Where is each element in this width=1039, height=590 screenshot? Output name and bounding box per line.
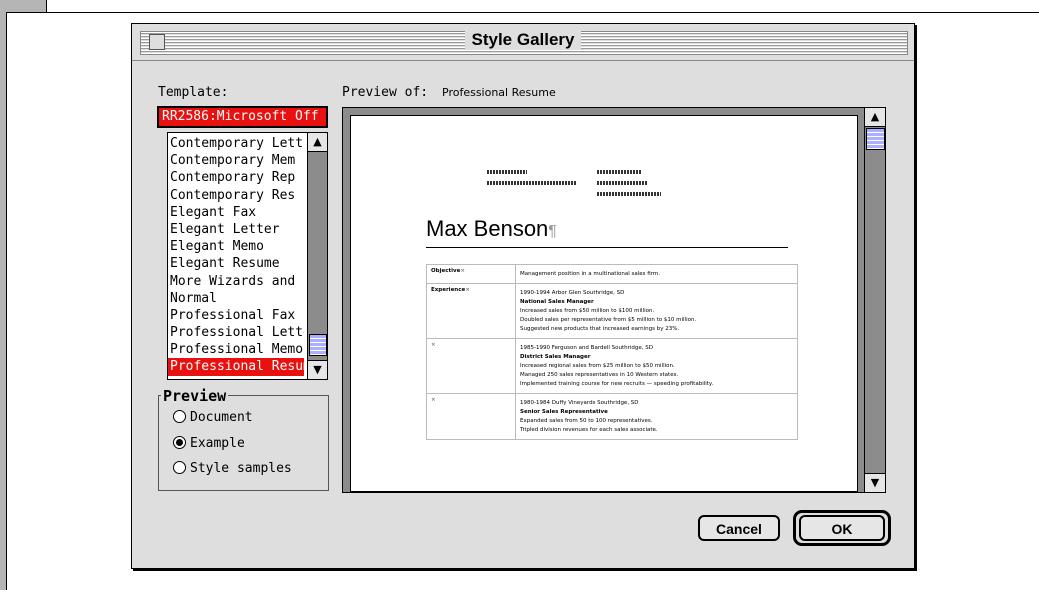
template-list-item[interactable]: Professional Resum — [168, 358, 304, 376]
preview-scroll-down-icon[interactable]: ▼ — [865, 473, 885, 492]
table-row: × 1980-1984 Duffy Vineyards Southridge, S… — [426, 393, 798, 440]
radio-style-samples[interactable]: Style samples — [173, 461, 292, 476]
preview-pane: Max Benson¶ Objective× Management positio… — [342, 107, 886, 493]
dialog-title: Style Gallery — [465, 30, 581, 49]
resume-line: Management position in a multinational s… — [520, 271, 660, 277]
template-source-popup[interactable]: RR2586:Microsoft Off — [157, 106, 328, 128]
resume-name-text: Max Benson — [426, 216, 549, 241]
cell-mark: × — [465, 287, 470, 293]
resume-line: Increased sales from $50 million to $100… — [520, 308, 655, 314]
scroll-down-arrow-icon[interactable]: ▼ — [308, 360, 327, 379]
resume-section-content: 1985-1990 Ferguson and Bardell Southridg… — [515, 338, 798, 394]
resume-line: Implemented training course for new recr… — [520, 381, 714, 387]
radio-style-samples-icon[interactable] — [173, 461, 186, 474]
resume-line: 1980-1984 Duffy Vineyards Southridge, SD — [520, 400, 639, 406]
radio-example[interactable]: Example — [173, 436, 245, 451]
resume-table: Objective× Management position in a multi… — [426, 264, 798, 440]
greeked-address-line — [597, 192, 661, 196]
resume-section-label: × — [426, 393, 516, 440]
resume-section-content: 1990-1994 Arbor Glen Southridge, SD Natio… — [515, 283, 798, 339]
cell-mark: × — [460, 268, 465, 274]
radio-document[interactable]: Document — [173, 410, 253, 425]
preview-of-label: Preview of: — [342, 85, 429, 100]
radio-style-samples-label: Style samples — [190, 461, 292, 476]
resume-line: Tripled division revenues for each sales… — [520, 427, 658, 433]
resume-table-body: Objective× Management position in a multi… — [426, 264, 798, 440]
cell-mark: × — [431, 342, 436, 348]
template-list-item[interactable]: More Wizards and — [168, 273, 304, 290]
resume-section-content: 1980-1984 Duffy Vineyards Southridge, SD… — [515, 393, 798, 440]
template-list-item[interactable]: Professional Letter — [168, 324, 304, 341]
resume-line: District Sales Manager — [520, 354, 591, 360]
resume-name: Max Benson¶ — [426, 216, 557, 242]
resume-line: Expanded sales from 50 to 100 representa… — [520, 418, 653, 424]
template-list-item[interactable]: Elegant Fax — [168, 204, 304, 221]
paragraph-mark: ¶ — [548, 223, 557, 240]
desktop-top-corner — [6, 0, 47, 13]
template-list-item[interactable]: Elegant Memo — [168, 238, 304, 255]
radio-example-label: Example — [190, 436, 245, 451]
template-list-item[interactable]: Normal — [168, 290, 304, 307]
name-rule — [426, 247, 788, 248]
preview-scroll-up-icon[interactable]: ▲ — [865, 108, 885, 127]
scroll-thumb[interactable] — [309, 334, 327, 356]
title-divider — [132, 60, 914, 61]
resume-line: Managed 250 sales representatives in 10 … — [520, 372, 679, 378]
template-list[interactable]: Contemporary Lett Contemporary Mem Contemp… — [167, 132, 328, 380]
preview-options-group: Preview Document Example Style samples — [158, 387, 329, 491]
template-list-item[interactable]: Professional Memo — [168, 341, 304, 358]
template-list-item[interactable]: Contemporary Rep — [168, 169, 304, 186]
template-list-item[interactable]: Elegant Letter — [168, 221, 304, 238]
ok-button[interactable]: OK — [799, 515, 885, 541]
resume-section-label: Experience× — [426, 283, 516, 339]
resume-line: Senior Sales Representative — [520, 409, 608, 415]
preview-of-value: Professional Resume — [442, 86, 556, 99]
table-row: Experience× 1990-1994 Arbor Glen Southrid… — [426, 283, 798, 339]
radio-document-label: Document — [190, 410, 253, 425]
template-list-item[interactable]: Elegant Resume — [168, 255, 304, 272]
template-list-item[interactable]: Contemporary Lett — [168, 135, 304, 152]
table-row: × 1985-1990 Ferguson and Bardell Southrid… — [426, 338, 798, 394]
resume-line: Increased regional sales from $25 millio… — [520, 363, 675, 369]
preview-page: Max Benson¶ Objective× Management positio… — [350, 115, 858, 492]
resume-section-label-text: Objective — [431, 268, 461, 274]
greeked-address-line — [487, 170, 527, 174]
background-window-edge — [46, 12, 1039, 13]
preview-scrollbar[interactable]: ▲ ▼ — [864, 108, 885, 492]
style-gallery-dialog: Style Gallery Template: RR2586:Microsoft… — [131, 23, 915, 569]
resume-line: Suggested new products that increased ea… — [520, 326, 680, 332]
scroll-up-arrow-icon[interactable]: ▲ — [308, 133, 327, 152]
resume-section-label-text: Experience — [431, 287, 466, 293]
resume-line: Doubled sales per representative from $5… — [520, 317, 697, 323]
resume-line: National Sales Manager — [520, 299, 594, 305]
greeked-address-line — [487, 181, 577, 185]
greeked-address-line — [597, 170, 641, 174]
resume-section-content: Management position in a multinational s… — [515, 264, 798, 284]
resume-line: 1985-1990 Ferguson and Bardell Southridg… — [520, 345, 654, 351]
template-list-item[interactable]: Contemporary Res — [168, 187, 304, 204]
desktop-left-edge — [0, 0, 7, 590]
table-row: Objective× Management position in a multi… — [426, 264, 798, 284]
preview-scroll-thumb[interactable] — [866, 128, 885, 150]
template-list-items: Contemporary Lett Contemporary Mem Contemp… — [168, 135, 304, 376]
template-label: Template: — [158, 85, 229, 100]
template-list-scrollbar[interactable]: ▲ ▼ — [307, 133, 327, 379]
resume-line: 1990-1994 Arbor Glen Southridge, SD — [520, 290, 625, 296]
radio-document-icon[interactable] — [173, 410, 186, 423]
radio-example-icon[interactable] — [173, 436, 186, 449]
template-list-item[interactable]: Contemporary Mem — [168, 152, 304, 169]
title-bar[interactable]: Style Gallery — [132, 24, 914, 60]
cell-mark: × — [431, 397, 436, 403]
preview-group-legend: Preview — [161, 387, 229, 405]
cancel-button[interactable]: Cancel — [698, 515, 780, 541]
resume-section-label: × — [426, 338, 516, 394]
template-list-item[interactable]: Professional Fax — [168, 307, 304, 324]
resume-section-label: Objective× — [426, 264, 516, 284]
greeked-address-line — [597, 181, 647, 185]
